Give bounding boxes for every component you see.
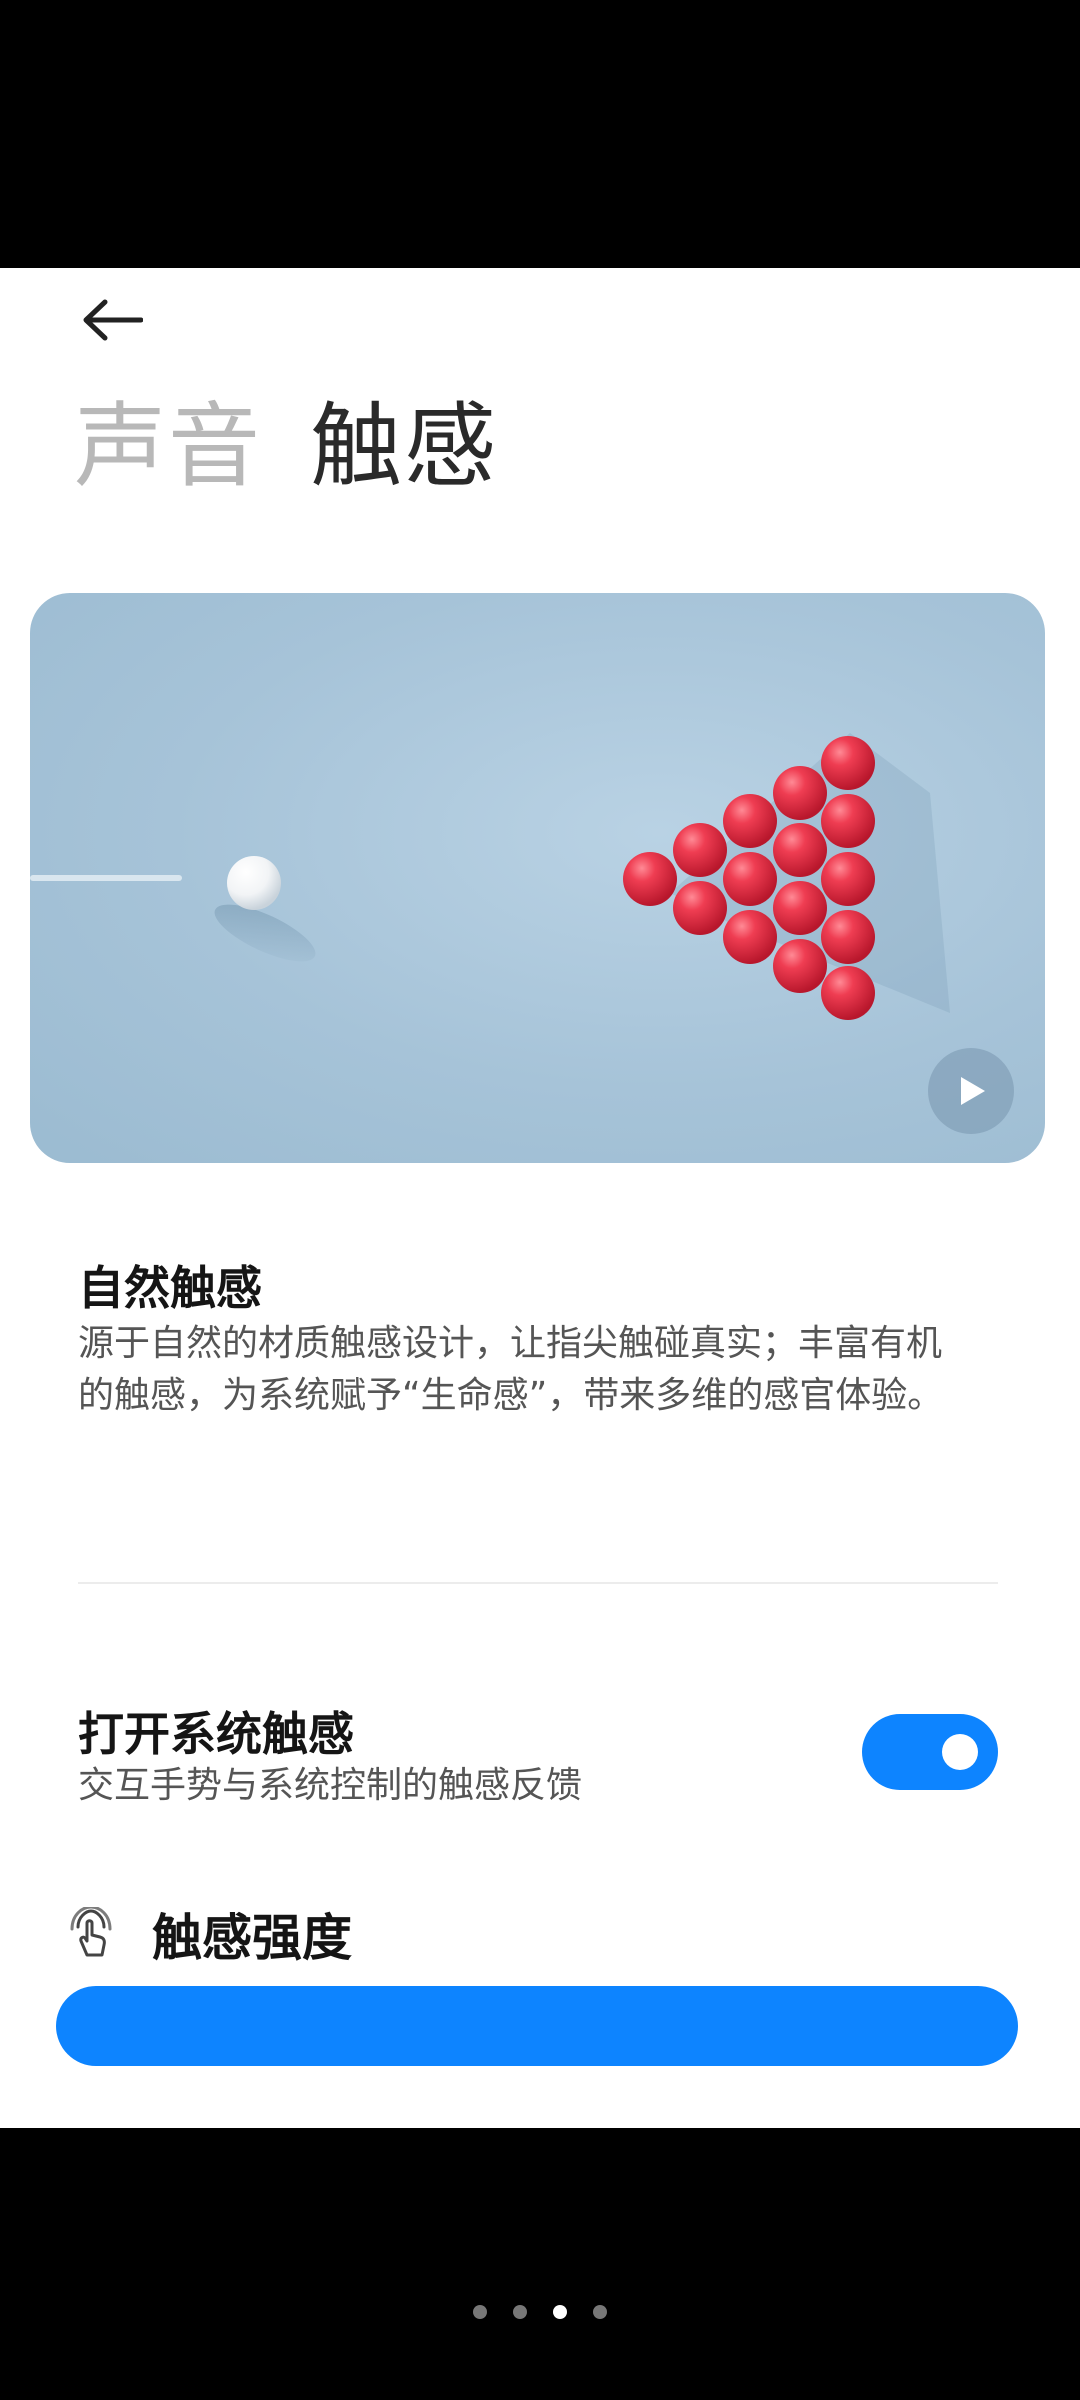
- settings-page: 声音 触感 自然触感 源于自然的材质触感设计，让指尖触碰真实；丰富有机的触感，为…: [0, 268, 1080, 2128]
- system-haptics-subtitle: 交互手势与系统控制的触感反馈: [78, 1765, 583, 1806]
- page-dot[interactable]: [593, 2305, 607, 2319]
- play-button[interactable]: [928, 1048, 1014, 1134]
- page-indicator: [0, 2305, 1080, 2319]
- tab-haptics[interactable]: 触感: [310, 396, 498, 497]
- red-ball-pack: [623, 736, 875, 1020]
- back-arrow-icon: [83, 299, 143, 341]
- page-dot[interactable]: [513, 2305, 527, 2319]
- play-icon: [961, 1077, 985, 1105]
- haptic-strength-row: 触感强度: [66, 1898, 352, 1970]
- haptic-strength-label: 触感强度: [152, 1909, 352, 1967]
- back-button[interactable]: [72, 280, 152, 360]
- system-haptics-toggle[interactable]: [862, 1714, 998, 1790]
- tab-bar: 声音 触感: [74, 396, 498, 497]
- system-haptics-title: 打开系统触感: [78, 1707, 354, 1761]
- tab-sound[interactable]: 声音: [74, 396, 262, 497]
- feature-description: 源于自然的材质触感设计，让指尖触碰真实；丰富有机的触感，为系统赋予“生命感”，带…: [78, 1323, 944, 1416]
- feature-title: 自然触感: [78, 1261, 262, 1315]
- billiards-illustration: [30, 733, 950, 1020]
- page-dot-active[interactable]: [553, 2305, 567, 2319]
- touch-icon: [70, 1907, 112, 1957]
- cue-ball: [227, 856, 281, 910]
- toggle-knob: [942, 1734, 978, 1770]
- divider: [78, 1582, 998, 1584]
- cue-stick: [30, 875, 182, 881]
- haptics-hero-video[interactable]: [30, 593, 1045, 1163]
- page-dot[interactable]: [473, 2305, 487, 2319]
- haptic-strength-slider[interactable]: [56, 1986, 1018, 2066]
